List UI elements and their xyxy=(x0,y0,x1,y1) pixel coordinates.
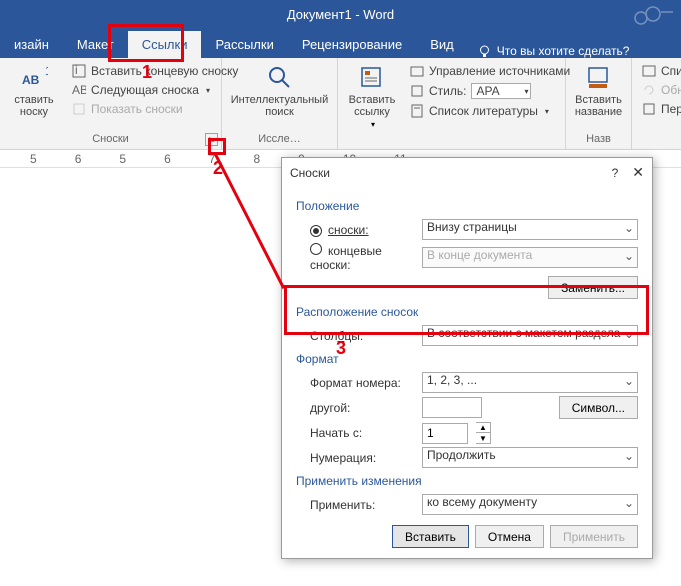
start-at-label: Начать с: xyxy=(296,426,414,440)
bibliography-button[interactable]: Список литературы ▾ xyxy=(406,102,574,120)
endnote-icon: i xyxy=(72,64,86,78)
tab-design[interactable]: изайн xyxy=(0,31,63,58)
group-footnotes: AB1 ставить носку i Вставить концевую сн… xyxy=(0,58,222,149)
tab-view[interactable]: Вид xyxy=(416,31,468,58)
show-notes-button: Показать сноски xyxy=(68,100,242,118)
apply-button: Применить xyxy=(550,525,638,548)
mark-entry-button[interactable]: Спис xyxy=(638,62,681,80)
annotation-number-3: 3 xyxy=(336,338,346,359)
annotation-number-1: 1 xyxy=(142,62,152,83)
cancel-button[interactable]: Отмена xyxy=(475,525,544,548)
group-label-footnotes: Сноски xyxy=(6,133,215,147)
cloud-icon xyxy=(633,4,673,26)
titlebar: Документ1 - Word xyxy=(0,0,681,28)
custom-mark-label: другой: xyxy=(296,401,414,415)
bibliography-icon xyxy=(410,104,424,118)
next-footnote-button[interactable]: AB Следующая сноска ▾ xyxy=(68,81,242,99)
footnotes-radio[interactable]: сноски: xyxy=(296,223,414,237)
dialog-titlebar: Сноски ? ✕ xyxy=(282,158,652,187)
svg-text:1: 1 xyxy=(45,66,48,78)
radio-icon xyxy=(310,243,322,255)
number-format-select[interactable]: 1, 2, 3, ... xyxy=(422,372,638,393)
group-citations: Вставить ссылку ▾ Управление источниками… xyxy=(338,58,566,149)
custom-mark-input[interactable] xyxy=(422,397,482,418)
convert-button[interactable]: Заменить... xyxy=(548,276,638,299)
help-button[interactable]: ? xyxy=(612,166,619,180)
annotation-number-2: 2 xyxy=(213,158,223,179)
footnotes-position-select[interactable]: Внизу страницы xyxy=(422,219,638,240)
chevron-down-icon: ▾ xyxy=(524,87,528,96)
smart-lookup-button[interactable]: Интеллектуальный поиск xyxy=(228,62,331,120)
section-position: Положение xyxy=(296,199,638,213)
radio-icon xyxy=(310,225,322,237)
symbol-button[interactable]: Символ... xyxy=(559,396,638,419)
update-index-button: Обн xyxy=(638,81,681,99)
insert-button[interactable]: Вставить xyxy=(392,525,469,548)
group-research: Интеллектуальный поиск Иссле… xyxy=(222,58,338,149)
spin-down-icon[interactable]: ▼ xyxy=(476,433,490,443)
close-button[interactable]: ✕ xyxy=(632,164,644,181)
columns-select[interactable]: В соответствии с макетом раздела xyxy=(422,325,638,346)
style-icon xyxy=(410,84,424,98)
numbering-select[interactable]: Продолжить xyxy=(422,447,638,468)
group-index: Спис Обн Пер xyxy=(632,58,681,149)
insert-citation-button[interactable]: Вставить ссылку ▾ xyxy=(344,62,400,131)
ribbon: AB1 ставить носку i Вставить концевую сн… xyxy=(0,58,681,150)
show-notes-icon xyxy=(72,102,86,116)
spin-up-icon[interactable]: ▲ xyxy=(476,423,490,433)
tell-me-search[interactable]: Что вы хотите сделать? xyxy=(468,44,640,58)
footnotes-dialog-launcher[interactable]: ↘ xyxy=(205,133,218,146)
section-format: Формат xyxy=(296,352,638,366)
endnotes-radio[interactable]: концевые сноски: xyxy=(296,243,414,272)
tab-mailings[interactable]: Рассылки xyxy=(201,31,287,58)
insert-footnote-button[interactable]: AB1 ставить носку xyxy=(6,62,62,120)
crossref-icon xyxy=(642,102,656,116)
group-captions: Вставить название Назв xyxy=(566,58,632,149)
magnifier-icon xyxy=(266,64,294,92)
style-value[interactable]: APA xyxy=(471,83,531,99)
manage-sources-button[interactable]: Управление источниками xyxy=(406,62,574,80)
sources-icon xyxy=(410,64,424,78)
numbering-label: Нумерация: xyxy=(296,451,414,465)
insert-endnote-button[interactable]: i Вставить концевую сноску xyxy=(68,62,242,80)
dialog-title: Сноски xyxy=(290,166,330,180)
lightbulb-icon xyxy=(478,45,491,58)
tab-review[interactable]: Рецензирование xyxy=(288,31,416,58)
citation-style-select[interactable]: Стиль: APA ▾ xyxy=(406,81,574,101)
start-at-spinner[interactable]: ▲▼ xyxy=(476,422,491,444)
section-layout: Расположение сносок xyxy=(296,305,638,319)
chevron-down-icon: ▾ xyxy=(545,107,549,116)
apply-to-select[interactable]: ко всему документу xyxy=(422,494,638,515)
chevron-down-icon: ▾ xyxy=(371,120,375,129)
annotation-line xyxy=(214,154,285,289)
citation-icon xyxy=(358,64,386,92)
cross-reference-button[interactable]: Пер xyxy=(638,100,681,118)
caption-icon xyxy=(585,64,613,92)
tab-references[interactable]: Ссылки xyxy=(128,31,202,58)
columns-label: Столбцы: xyxy=(296,329,414,343)
svg-text:AB: AB xyxy=(22,73,40,87)
refresh-icon xyxy=(642,83,656,97)
apply-to-label: Применить: xyxy=(296,498,414,512)
footnote-icon: AB 1 xyxy=(20,64,48,92)
list-icon xyxy=(642,64,656,78)
start-at-input[interactable] xyxy=(422,423,468,444)
window-title: Документ1 - Word xyxy=(287,7,394,22)
tell-me-label: Что вы хотите сделать? xyxy=(497,44,630,58)
chevron-down-icon: ▾ xyxy=(206,86,210,95)
svg-text:i: i xyxy=(75,64,78,77)
tab-layout[interactable]: Макет xyxy=(63,31,128,58)
endnotes-position-select: В конце документа xyxy=(422,247,638,268)
insert-caption-button[interactable]: Вставить название xyxy=(571,62,627,120)
section-apply-changes: Применить изменения xyxy=(296,474,638,488)
number-format-label: Формат номера: xyxy=(296,376,414,390)
next-footnote-icon: AB xyxy=(72,83,86,97)
svg-text:AB: AB xyxy=(72,83,86,97)
group-label-research: Иссле… xyxy=(228,133,331,147)
group-label-captions: Назв xyxy=(572,133,625,147)
ribbon-tabs: изайн Макет Ссылки Рассылки Рецензирован… xyxy=(0,28,681,58)
